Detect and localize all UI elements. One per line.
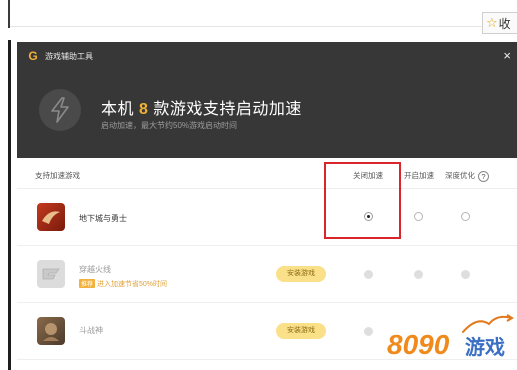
window-edge <box>8 0 10 28</box>
close-accel-radio <box>364 327 373 336</box>
game-row: 穿越火线 推荐 进入加速节省50%时间 安装游戏 <box>17 246 517 303</box>
close-icon[interactable]: × <box>503 48 511 63</box>
lightning-icon <box>39 89 81 131</box>
browser-strip: ☆ 收 <box>0 0 517 40</box>
game-name: 穿越火线 <box>79 265 111 274</box>
dialog-header: G 游戏辅助工具 × 本机 8 款游戏支持启动加速 启动加速，最大节约50%游戏… <box>17 42 517 158</box>
install-game-button[interactable]: 安装游戏 <box>276 323 326 339</box>
tag-text: 进入加速节省50%时间 <box>97 281 168 288</box>
highlight-annotation <box>324 162 401 239</box>
hero-title: 本机 8 款游戏支持启动加速 <box>101 95 302 119</box>
column-game: 支持加速游戏 <box>35 171 80 180</box>
column-deep-opt: 深度优化? <box>445 170 489 182</box>
game-name: 斗战神 <box>79 326 103 335</box>
deep-opt-radio <box>461 270 470 279</box>
dialog-title: 游戏辅助工具 <box>45 51 93 61</box>
help-icon[interactable]: ? <box>478 170 489 182</box>
bookmark-button[interactable]: ☆ 收 <box>482 12 517 34</box>
close-accel-radio <box>364 270 373 279</box>
divider <box>10 26 500 27</box>
column-header: 支持加速游戏 关闭加速 开启加速 深度优化? <box>17 158 517 189</box>
bookmark-label: 收 <box>498 16 511 31</box>
open-accel-radio <box>414 270 423 279</box>
watermark-digits: 8090 <box>387 329 450 360</box>
game-tag: 推荐 进入加速节省50%时间 <box>79 279 167 289</box>
game-row: 地下城与勇士 <box>17 189 517 246</box>
deep-opt-radio[interactable] <box>461 212 470 221</box>
hero-title-prefix: 本机 <box>101 101 135 118</box>
window-edge-left <box>8 40 11 370</box>
open-accel-radio[interactable] <box>414 212 423 221</box>
app-logo-icon: G <box>28 49 38 63</box>
site-watermark: 8090 游戏 <box>385 312 515 364</box>
star-icon: ☆ <box>486 15 498 30</box>
column-deep-opt-label: 深度优化 <box>445 171 475 180</box>
title-bar: G 游戏辅助工具 <box>17 42 517 70</box>
game-count: 8 <box>138 101 149 118</box>
watermark-text: 游戏 <box>465 335 505 359</box>
dnf-game-icon <box>37 203 65 231</box>
install-game-button[interactable]: 安装游戏 <box>276 266 326 282</box>
cf-game-icon <box>37 260 65 288</box>
column-open-accel: 开启加速 <box>404 171 434 180</box>
hero-subtitle: 启动加速，最大节约50%游戏启动时间 <box>101 121 238 130</box>
recommend-badge: 推荐 <box>79 279 96 288</box>
hero-title-suffix: 款游戏支持启动加速 <box>153 101 302 118</box>
dzs-game-icon <box>37 317 65 345</box>
game-name: 地下城与勇士 <box>79 214 127 223</box>
